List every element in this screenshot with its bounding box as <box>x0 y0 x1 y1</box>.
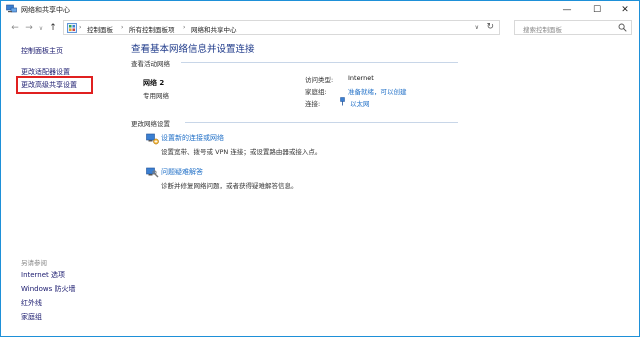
breadcrumb-control-panel[interactable]: 控制面板 <box>87 24 113 34</box>
up-button[interactable]: ↑ <box>47 21 59 35</box>
left-pane: 控制面板主页 更改适配器设置 更改高级共享设置 另请参阅 Internet 选项… <box>1 38 121 336</box>
close-button[interactable]: ✕ <box>611 1 639 18</box>
title-bar: 网络和共享中心 — ☐ ✕ <box>1 1 639 18</box>
control-panel-icon <box>67 23 77 33</box>
main-pane: 查看基本网络信息并设置连接 查看活动网络 网络 2 专用网络 访问类型: Int… <box>121 38 639 336</box>
arrow-left-icon: ← <box>11 23 19 33</box>
new-connection-icon <box>146 133 159 145</box>
connections-label: 连接: <box>305 100 321 108</box>
homegroup-link[interactable]: 家庭组 <box>21 312 42 322</box>
divider <box>185 122 458 123</box>
change-settings-heading: 更改网络设置 <box>131 120 170 128</box>
address-bar-row: ← → ∨ ↑ › 控制面板 › 所有控制面板项 › 网络和共享中心 ∨ ↻ 搜… <box>1 18 639 38</box>
search-placeholder: 搜索控制面板 <box>523 26 562 34</box>
forward-button[interactable]: → <box>23 21 35 35</box>
access-type-label: 访问类型: <box>305 76 334 84</box>
search-input[interactable]: 搜索控制面板 <box>514 20 632 35</box>
breadcrumb-separator: › <box>183 24 186 31</box>
setup-new-connection-desc: 设置宽带、拨号或 VPN 连接；或设置路由器或接入点。 <box>161 148 322 156</box>
breadcrumb-separator: › <box>121 24 124 31</box>
setup-new-connection-link[interactable]: 设置新的连接或网络 <box>161 133 224 143</box>
ethernet-connection-link[interactable]: 以太网 <box>350 98 370 108</box>
arrow-up-icon: ↑ <box>49 23 57 33</box>
see-also-heading: 另请参阅 <box>21 259 47 267</box>
change-advanced-sharing-link[interactable]: 更改高级共享设置 <box>21 80 77 90</box>
network-center-icon <box>6 4 17 13</box>
homegroup-label: 家庭组: <box>305 88 327 96</box>
ethernet-icon <box>340 97 345 106</box>
window-title: 网络和共享中心 <box>21 6 70 14</box>
chevron-down-icon: ∨ <box>38 24 44 32</box>
troubleshoot-desc: 诊断并修复网络问题，或者获得疑难解答信息。 <box>161 182 298 190</box>
recent-locations-button[interactable]: ∨ <box>35 21 47 35</box>
maximize-button[interactable]: ☐ <box>583 1 611 18</box>
minimize-button[interactable]: — <box>553 1 581 18</box>
active-networks-heading: 查看活动网络 <box>131 60 170 68</box>
address-dropdown-icon[interactable]: ∨ <box>475 24 479 31</box>
page-title: 查看基本网络信息并设置连接 <box>131 44 255 55</box>
windows-firewall-link[interactable]: Windows 防火墙 <box>21 284 75 294</box>
control-panel-home-link[interactable]: 控制面板主页 <box>21 46 63 56</box>
homegroup-status-link[interactable]: 准备就绪，可以创建 <box>348 86 407 96</box>
breadcrumb-separator: › <box>79 24 82 31</box>
back-button[interactable]: ← <box>9 21 21 35</box>
search-icon[interactable] <box>618 23 627 32</box>
close-icon: ✕ <box>621 4 629 15</box>
breadcrumb-all-items[interactable]: 所有控制面板项 <box>129 24 175 34</box>
maximize-icon: ☐ <box>592 4 602 15</box>
troubleshoot-link[interactable]: 问题疑难解答 <box>161 167 203 177</box>
internet-options-link[interactable]: Internet 选项 <box>21 270 65 280</box>
divider <box>181 62 458 63</box>
network-name: 网络 2 <box>143 79 165 87</box>
address-box[interactable]: › 控制面板 › 所有控制面板项 › 网络和共享中心 ∨ ↻ <box>63 20 500 35</box>
troubleshoot-icon <box>146 167 159 178</box>
arrow-right-icon: → <box>25 23 33 33</box>
network-type-link[interactable]: 专用网络 <box>143 90 169 100</box>
access-type-value: Internet <box>348 74 374 82</box>
breadcrumb-network-center[interactable]: 网络和共享中心 <box>191 24 237 34</box>
window: 网络和共享中心 — ☐ ✕ ← → ∨ ↑ › 控制面板 › 所有控制面板项 ›… <box>0 0 640 337</box>
infrared-link[interactable]: 红外线 <box>21 298 42 308</box>
refresh-icon[interactable]: ↻ <box>486 22 494 32</box>
minimize-icon: — <box>562 4 572 15</box>
